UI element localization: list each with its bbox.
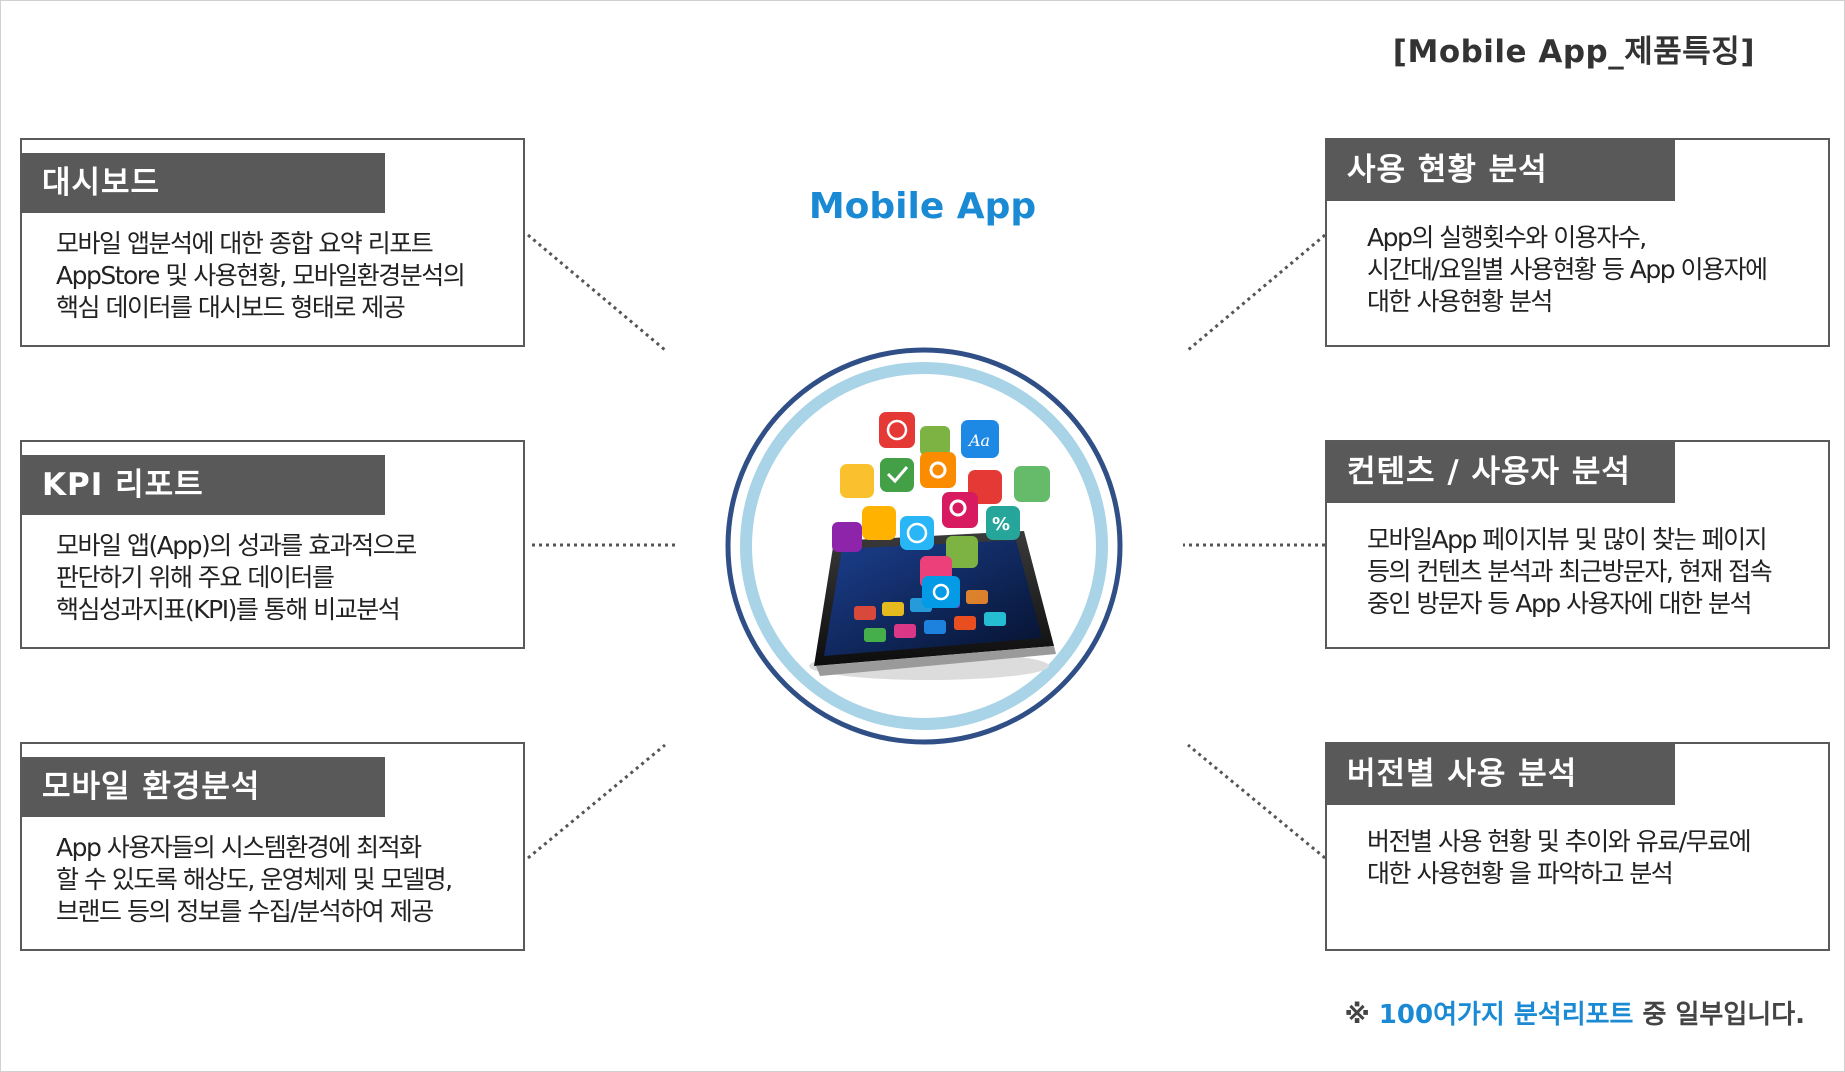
description-line: 모바일App 페이지뷰 및 많이 찾는 페이지 bbox=[1367, 525, 1768, 554]
mobile-app-illustration: Aa % bbox=[724, 346, 1124, 746]
card-content-user-analysis: 컨텐츠 / 사용자 분석 모바일App 페이지뷰 및 많이 찾는 페이지 등의 … bbox=[1325, 440, 1830, 649]
card-mobile-environment: 모바일 환경분석 App 사용자들의 시스템환경에 최적화 할 수 있도록 해상… bbox=[20, 742, 525, 951]
description-line: 모바일 앱(App)의 성과를 효과적으로 bbox=[56, 531, 417, 560]
description-line: App의 실행횟수와 이용자수, bbox=[1367, 223, 1647, 252]
description-line: 대한 사용현황 을 파악하고 분석 bbox=[1367, 859, 1674, 888]
card-content-user-analysis-title: 컨텐츠 / 사용자 분석 bbox=[1327, 442, 1675, 503]
card-kpi-report-title: KPI 리포트 bbox=[22, 455, 385, 515]
description-line: 핵심 데이터를 대시보드 형태로 제공 bbox=[56, 293, 406, 322]
search-icon bbox=[942, 492, 978, 528]
description-line: AppStore 및 사용현황, 모바일환경분석의 bbox=[56, 261, 466, 290]
card-version-analysis-description: 버전별 사용 현황 및 추이와 유료/무료에 대한 사용현황 을 파악하고 분석 bbox=[1367, 826, 1808, 890]
footnote-highlight: 100여가지 분석리포트 bbox=[1378, 1000, 1634, 1030]
connector-usage bbox=[1187, 233, 1326, 352]
card-dashboard-title: 대시보드 bbox=[22, 153, 385, 213]
card-version-analysis-title: 버전별 사용 분석 bbox=[1327, 744, 1675, 805]
description-line: 모바일 앱분석에 대한 종합 요약 리포트 bbox=[56, 229, 434, 258]
description-line: 시간대/요일별 사용현황 등 App 이용자에 bbox=[1367, 255, 1768, 284]
rss-icon bbox=[840, 464, 874, 498]
card-kpi-report-description: 모바일 앱(App)의 성과를 효과적으로 판단하기 위해 주요 데이터를 핵심… bbox=[56, 530, 503, 626]
svg-text:%: % bbox=[992, 514, 1010, 535]
description-line: 버전별 사용 현황 및 추이와 유료/무료에 bbox=[1367, 827, 1752, 856]
description-line: 브랜드 등의 정보를 수집/분석하여 제공 bbox=[56, 897, 434, 926]
footnote: ※ 100여가지 분석리포트 중 일부입니다. bbox=[1344, 994, 1805, 1031]
card-dashboard: 대시보드 모바일 앱분석에 대한 종합 요약 리포트 AppStore 및 사용… bbox=[20, 138, 525, 347]
card-usage-analysis: 사용 현황 분석 App의 실행횟수와 이용자수, 시간대/요일별 사용현황 등… bbox=[1325, 138, 1830, 347]
phone-apps-icon: Aa % bbox=[725, 347, 1123, 745]
description-line: 할 수 있도록 해상도, 운영체제 및 모델명, bbox=[56, 865, 453, 894]
description-line: 핵심성과지표(KPI)를 통해 비교분석 bbox=[56, 595, 401, 624]
description-line: App 사용자들의 시스템환경에 최적화 bbox=[56, 833, 422, 862]
gear-icon bbox=[920, 452, 956, 488]
card-content-user-analysis-description: 모바일App 페이지뷰 및 많이 찾는 페이지 등의 컨텐츠 분석과 최근방문자… bbox=[1367, 524, 1808, 620]
camera-icon bbox=[922, 576, 960, 608]
connector-env bbox=[527, 743, 666, 860]
card-mobile-environment-title: 모바일 환경분석 bbox=[22, 757, 385, 817]
svg-text:Aa: Aa bbox=[967, 431, 990, 450]
description-line: 대한 사용현황 분석 bbox=[1367, 287, 1553, 316]
connector-version bbox=[1187, 743, 1326, 860]
card-usage-analysis-title: 사용 현황 분석 bbox=[1327, 140, 1675, 201]
footnote-prefix: ※ bbox=[1344, 1000, 1379, 1030]
description-line: 중인 방문자 등 App 사용자에 대한 분석 bbox=[1367, 589, 1753, 618]
card-mobile-environment-description: App 사용자들의 시스템환경에 최적화 할 수 있도록 해상도, 운영체제 및… bbox=[56, 832, 503, 928]
connector-dashboard bbox=[527, 233, 666, 352]
check-icon bbox=[880, 458, 914, 492]
puzzle-icon bbox=[920, 426, 950, 456]
card-usage-analysis-description: App의 실행횟수와 이용자수, 시간대/요일별 사용현황 등 App 이용자에… bbox=[1367, 222, 1808, 318]
info-icon bbox=[879, 412, 915, 448]
card-kpi-report: KPI 리포트 모바일 앱(App)의 성과를 효과적으로 판단하기 위해 주요… bbox=[20, 440, 525, 649]
footnote-suffix: 중 일부입니다. bbox=[1633, 1000, 1805, 1030]
description-line: 등의 컨텐츠 분석과 최근방문자, 현재 접속 bbox=[1367, 557, 1773, 586]
globe-icon bbox=[900, 516, 934, 550]
description-line: 판단하기 위해 주요 데이터를 bbox=[56, 563, 335, 592]
card-version-analysis: 버전별 사용 분석 버전별 사용 현황 및 추이와 유료/무료에 대한 사용현황… bbox=[1325, 742, 1830, 951]
mail-icon bbox=[862, 506, 896, 540]
card-dashboard-description: 모바일 앱분석에 대한 종합 요약 리포트 AppStore 및 사용현황, 모… bbox=[56, 228, 503, 324]
